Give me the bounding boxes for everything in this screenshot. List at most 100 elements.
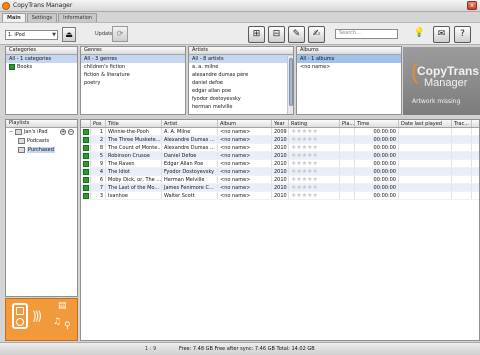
pos-cell: 1 bbox=[91, 128, 106, 135]
album-cell: <no name> bbox=[218, 176, 272, 183]
table-row[interactable]: 9 The Raven Edgar Allan Poe <no name> 2010 ★★… bbox=[81, 160, 479, 168]
table-row[interactable]: 8 The Count of Monte... Alexandre Dumas ..… bbox=[81, 144, 479, 152]
col-date-last-played[interactable]: Date last played bbox=[399, 120, 452, 127]
albums-panel: Albums All - 1 albums <no name> bbox=[296, 46, 402, 115]
tracks-panel: Pos Title Artist Album Year Rating Pla..… bbox=[80, 119, 480, 341]
table-row[interactable]: 4 The Idiot Fyodor Dostoyevsky <no name> 201… bbox=[81, 168, 479, 176]
title-bar: CopyTrans Manager x bbox=[0, 0, 480, 12]
search-input[interactable]: Search... bbox=[335, 29, 398, 39]
date-last-played-cell bbox=[399, 144, 452, 151]
genre-item[interactable]: fiction & literature bbox=[81, 71, 185, 79]
artist-item-all[interactable]: All - 8 artists bbox=[189, 55, 293, 63]
table-row[interactable]: 2 The Three Muskete... Alexandre Dumas ...… bbox=[81, 136, 479, 144]
artist-item[interactable]: edgar allan poe bbox=[189, 87, 293, 95]
device-dropdown-value: 1. iPod bbox=[8, 32, 25, 38]
track-number-cell bbox=[452, 192, 472, 199]
album-cell: <no name> bbox=[218, 144, 272, 151]
col-time[interactable]: Time bbox=[355, 120, 399, 127]
time-cell: 00:00:00 bbox=[355, 176, 399, 183]
artists-header[interactable]: Artists bbox=[189, 47, 293, 55]
remove-playlist-button[interactable]: − bbox=[68, 129, 74, 135]
edit-info-button[interactable]: ✍ bbox=[308, 26, 325, 43]
artist-item[interactable]: a. a. milne bbox=[189, 63, 293, 71]
tab-information[interactable]: Information bbox=[58, 13, 98, 22]
help-button[interactable]: ? bbox=[454, 26, 471, 43]
col-status[interactable] bbox=[81, 120, 91, 127]
edit-tracks-button[interactable]: ✎ bbox=[288, 26, 305, 43]
date-last-played-cell bbox=[399, 184, 452, 191]
year-cell: 2010 bbox=[272, 184, 289, 191]
track-file-icon bbox=[83, 161, 89, 167]
table-row[interactable]: 7 The Last of the Mo... James Fenimore C..… bbox=[81, 184, 479, 192]
album-cell: <no name> bbox=[218, 168, 272, 175]
table-row[interactable]: 5 Robinson Crusoe Daniel Defoe <no name> 201… bbox=[81, 152, 479, 160]
col-year[interactable]: Year bbox=[272, 120, 289, 127]
time-cell: 00:00:00 bbox=[355, 160, 399, 167]
track-number-cell bbox=[452, 176, 472, 183]
plays-cell bbox=[340, 192, 355, 199]
table-row[interactable]: 1 Winnie-the-Pooh A. A. Milne <no name> 2009… bbox=[81, 128, 479, 136]
tab-main[interactable]: Main bbox=[2, 13, 26, 22]
mail-button[interactable]: ✉ bbox=[433, 26, 450, 43]
title-cell: Ivanhoe bbox=[106, 192, 162, 199]
category-item-all[interactable]: All - 1 categories bbox=[6, 55, 77, 63]
col-track[interactable]: Trac... bbox=[452, 120, 472, 127]
col-pos[interactable]: Pos bbox=[91, 120, 106, 127]
device-dropdown[interactable]: 1. iPod ▼ bbox=[5, 30, 58, 40]
rating-cell: ★★★★★ bbox=[289, 152, 340, 159]
rating-cell: ★★★★★ bbox=[289, 192, 340, 199]
artist-item[interactable]: alexandre dumas père bbox=[189, 71, 293, 79]
albums-header[interactable]: Albums bbox=[297, 47, 401, 55]
scrollbar-thumb[interactable] bbox=[289, 58, 293, 106]
album-cell: <no name> bbox=[218, 192, 272, 199]
time-cell: 00:00:00 bbox=[355, 136, 399, 143]
add-tracks-button[interactable]: ⊞ bbox=[248, 26, 265, 43]
col-artist[interactable]: Artist bbox=[162, 120, 218, 127]
tab-settings[interactable]: Settings bbox=[26, 13, 58, 22]
col-album[interactable]: Album bbox=[218, 120, 272, 127]
col-rating[interactable]: Rating bbox=[289, 120, 340, 127]
playlist-item-podcasts[interactable]: Podcasts bbox=[6, 137, 77, 146]
title-cell: The Raven bbox=[106, 160, 162, 167]
main-tabs: Main Settings Information bbox=[2, 13, 98, 22]
album-item[interactable]: <no name> bbox=[297, 63, 401, 71]
col-title[interactable]: Title bbox=[106, 120, 162, 127]
categories-header[interactable]: Categories bbox=[6, 47, 77, 55]
table-row[interactable]: 6 Moby Dick, or, The ... Herman Melville <n… bbox=[81, 176, 479, 184]
delete-tracks-button[interactable]: ⊟ bbox=[268, 26, 285, 43]
artists-scrollbar[interactable] bbox=[287, 56, 293, 114]
time-cell: 00:00:00 bbox=[355, 128, 399, 135]
update-button[interactable]: ⟳ bbox=[112, 26, 128, 42]
app-logo-icon bbox=[2, 2, 10, 10]
track-file-icon bbox=[83, 177, 89, 183]
artist-item[interactable]: herman melville bbox=[189, 103, 293, 111]
table-row[interactable]: 3 Ivanhoe Walter Scott <no name> 2010 ★★★★★ 00… bbox=[81, 192, 479, 200]
album-item-all[interactable]: All - 1 albums bbox=[297, 55, 401, 63]
track-file-icon bbox=[83, 185, 89, 191]
genre-item-all[interactable]: All - 3 genres bbox=[81, 55, 185, 63]
tips-button[interactable]: 💡 bbox=[411, 26, 428, 43]
rating-cell: ★★★★★ bbox=[289, 128, 340, 135]
genres-panel: Genres All - 3 genres children's fiction… bbox=[80, 46, 186, 115]
track-number-cell bbox=[452, 168, 472, 175]
playlist-item-purchased[interactable]: Purchased bbox=[6, 146, 77, 155]
close-window-button[interactable]: x bbox=[467, 1, 477, 10]
artist-item[interactable]: fyodor dostoyevsky bbox=[189, 95, 293, 103]
podcast-icon bbox=[18, 137, 25, 144]
playlist-root-device[interactable]: − Jan's iPad + − bbox=[6, 128, 77, 137]
artist-item[interactable]: daniel defoe bbox=[189, 79, 293, 87]
plays-cell bbox=[340, 176, 355, 183]
category-item-books[interactable]: Books bbox=[6, 63, 77, 71]
pos-cell: 8 bbox=[91, 144, 106, 151]
date-last-played-cell bbox=[399, 128, 452, 135]
genres-header[interactable]: Genres bbox=[81, 47, 185, 55]
eject-icon: ⏏ bbox=[65, 30, 73, 39]
collapse-icon[interactable]: − bbox=[9, 129, 13, 135]
genre-item[interactable]: poetry bbox=[81, 79, 185, 87]
eject-button[interactable]: ⏏ bbox=[62, 27, 76, 42]
track-file-icon bbox=[83, 145, 89, 151]
genre-item[interactable]: children's fiction bbox=[81, 63, 185, 71]
col-plays[interactable]: Pla... bbox=[340, 120, 355, 127]
add-playlist-button[interactable]: + bbox=[60, 129, 66, 135]
year-cell: 2010 bbox=[272, 136, 289, 143]
